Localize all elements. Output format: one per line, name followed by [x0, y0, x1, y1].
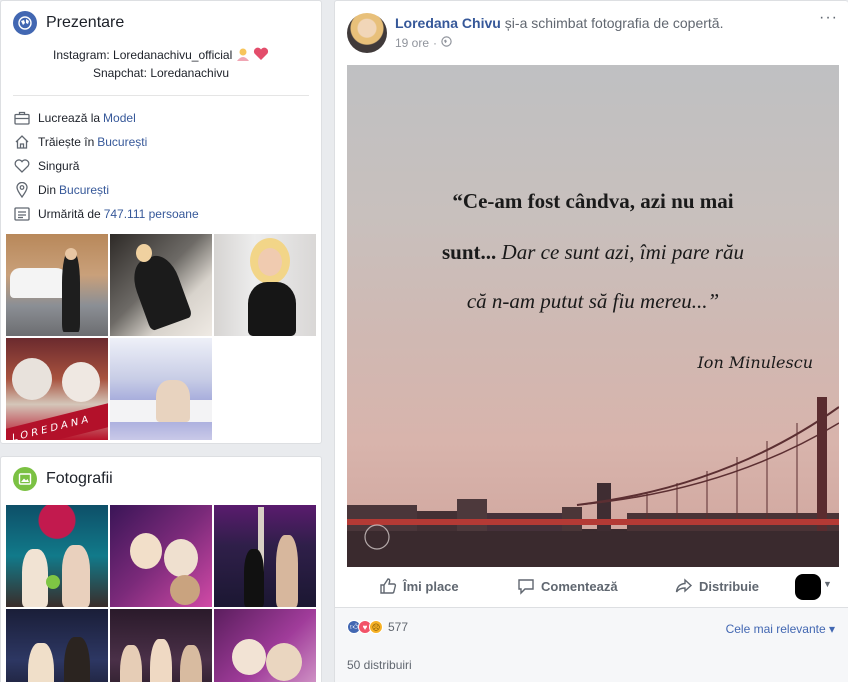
post-action-text: și-a schimbat fotografia de copertă.	[504, 15, 724, 31]
sort-comments-dropdown[interactable]: Cele mai relevante ▾	[726, 622, 835, 636]
info-work: Lucrează la Model	[13, 106, 321, 130]
photos-card: Fotografii	[0, 456, 322, 682]
globe-icon	[13, 11, 37, 35]
reaction-count: 577	[388, 620, 409, 634]
info-followers: Urmărită de 747.111 persoane	[13, 202, 321, 226]
meta-dot: ·	[433, 36, 438, 50]
post-author-line: Loredana Chivu și-a schimbat fotografia d…	[395, 15, 723, 31]
info-lives: Trăiește în București	[13, 130, 321, 154]
followers-icon	[13, 205, 31, 223]
thumbs-up-icon	[380, 578, 397, 594]
author-name-link[interactable]: Loredana Chivu	[395, 15, 501, 31]
heart-emoji-icon	[253, 47, 269, 65]
from-link[interactable]: București	[59, 183, 109, 197]
shares-count-link[interactable]: 50 distribuiri	[347, 658, 412, 672]
photos-grid	[6, 505, 316, 682]
work-link[interactable]: Model	[103, 111, 136, 125]
lives-link[interactable]: București	[97, 135, 147, 149]
home-icon	[13, 133, 31, 151]
photo-tile[interactable]	[110, 234, 212, 336]
info-from: Din București	[13, 178, 321, 202]
reaction-summary[interactable]: 👍︎ ♥ ☹ 577	[347, 620, 408, 634]
like-button[interactable]: Îmi place	[379, 577, 459, 595]
photo-tile[interactable]	[110, 609, 212, 682]
info-list: Lucrează la Model Trăiește în București Si…	[1, 96, 321, 226]
photo-tile[interactable]	[214, 609, 316, 682]
intro-header: Prezentare	[1, 1, 321, 45]
photos-title: Fotografii	[46, 470, 113, 487]
comment-icon	[518, 579, 534, 595]
post-card: Loredana Chivu și-a schimbat fotografia d…	[334, 0, 848, 682]
heart-outline-icon	[13, 157, 31, 175]
share-button[interactable]: Distribuie	[675, 577, 759, 595]
bio-snapchat: Snapchat: Loredanachivu	[92, 66, 230, 80]
post-meta: 19 ore ·	[395, 36, 452, 50]
author-avatar[interactable]	[347, 13, 387, 53]
location-pin-icon	[13, 181, 31, 199]
viewer-avatar[interactable]	[795, 574, 821, 600]
intro-photo-grid: LOREDANA	[6, 234, 316, 440]
bio-instagram: Instagram: Loredanachivu_official	[53, 48, 233, 62]
chevron-down-icon[interactable]: ▼	[823, 579, 832, 589]
photos-icon	[13, 467, 37, 491]
photo-tile[interactable]	[6, 234, 108, 336]
photo-tile[interactable]	[6, 505, 108, 607]
intro-title: Prezentare	[46, 14, 125, 31]
intro-bio: Instagram: Loredanachivu_official Snapch…	[1, 47, 321, 81]
sad-reaction-icon: ☹	[369, 620, 383, 634]
photos-header: Fotografii	[1, 457, 321, 501]
quote-line-1: “Ce-am fost cândva, azi nu mai	[452, 189, 734, 213]
reactions-section: 👍︎ ♥ ☹ 577 Cele mai relevante ▾ 50 distr…	[335, 607, 848, 682]
post-timestamp[interactable]: 19 ore	[395, 36, 429, 50]
quote-line-3: că n-am putut să fiu mereu...”	[466, 289, 720, 313]
post-header: Loredana Chivu și-a schimbat fotografia d…	[335, 1, 848, 63]
person-emoji-icon	[236, 47, 250, 65]
bridge-skyline	[347, 397, 839, 567]
quote-signature: Ion Minulescu	[697, 353, 813, 372]
share-arrow-icon	[675, 578, 693, 593]
quote-line-2: sunt... Dar ce sunt azi, îmi pare rău	[442, 240, 744, 264]
comment-button[interactable]: Comentează	[517, 577, 618, 595]
info-relationship: Singură	[13, 154, 321, 178]
photo-tile[interactable]	[110, 505, 212, 607]
more-options-icon[interactable]: ···	[819, 9, 838, 27]
post-actions: Îmi place Comentează Distribuie ▼	[347, 567, 837, 605]
cover-photo[interactable]: “Ce-am fost cândva, azi nu mai sunt... D…	[347, 65, 839, 567]
briefcase-icon	[13, 109, 31, 127]
privacy-globe-icon[interactable]	[441, 36, 452, 50]
photo-tile[interactable]	[110, 338, 212, 440]
intro-card: Prezentare Instagram: Loredanachivu_offi…	[0, 0, 322, 444]
followers-link[interactable]: 747.111 persoane	[104, 207, 199, 221]
loredana-sign: LOREDANA	[6, 403, 108, 440]
photo-tile[interactable]	[214, 234, 316, 336]
photo-tile[interactable]: LOREDANA	[6, 338, 108, 440]
photo-tile[interactable]	[6, 609, 108, 682]
photo-tile[interactable]	[214, 505, 316, 607]
